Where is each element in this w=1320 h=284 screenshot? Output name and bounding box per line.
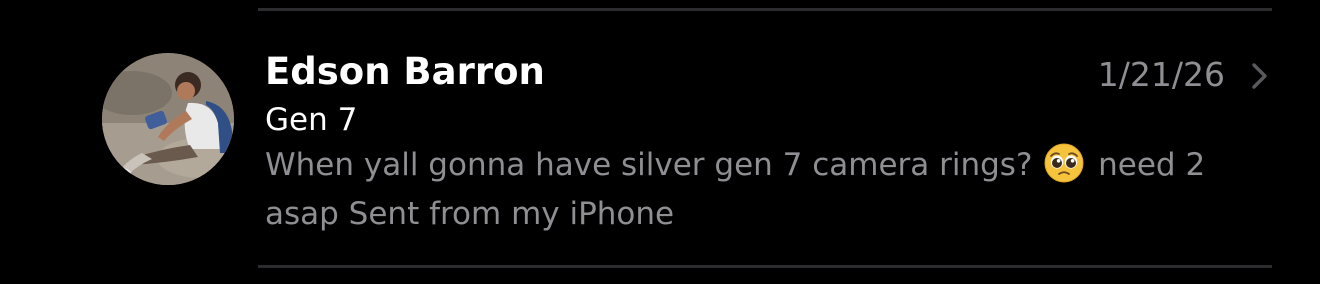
- mail-list-row[interactable]: Edson Barron 1/21/26 Gen 7 When yall gon…: [0, 11, 1320, 265]
- chevron-right-icon: [1252, 63, 1267, 89]
- message-subject: Gen 7: [265, 102, 358, 138]
- bottom-separator: [258, 265, 1272, 268]
- message-date: 1/21/26: [1097, 55, 1225, 94]
- sender-avatar: [102, 53, 234, 185]
- pleading-face-emoji-icon: [1044, 143, 1084, 183]
- sender-name: Edson Barron: [265, 50, 545, 93]
- message-preview: When yall gonna have silver gen 7 camera…: [265, 141, 1255, 239]
- preview-text-start: When yall gonna have silver gen 7 camera…: [265, 147, 1033, 183]
